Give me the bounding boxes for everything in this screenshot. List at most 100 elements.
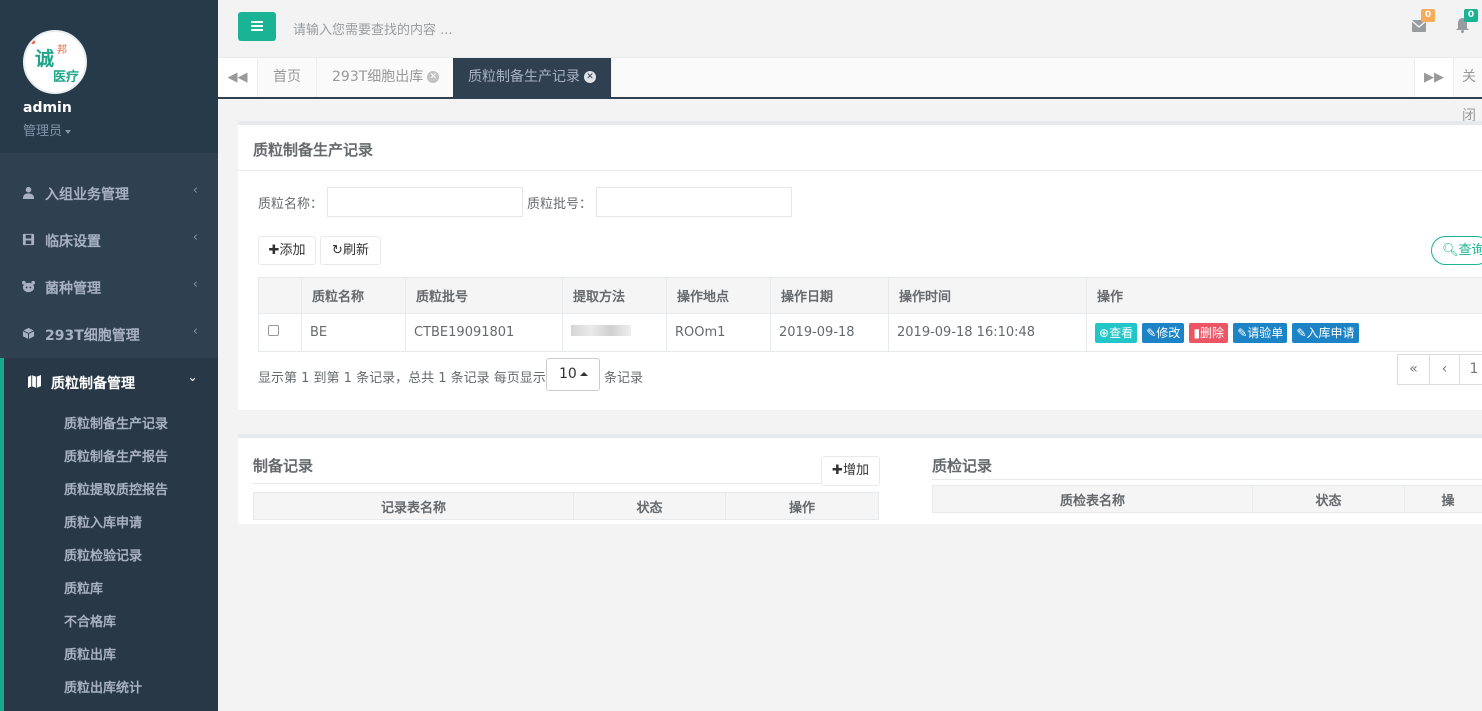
logo: 诚 邦 医疗 <box>23 30 87 94</box>
add-prep-label: 增加 <box>842 463 869 478</box>
inspection-request-button[interactable]: ✎请验单 <box>1233 322 1288 343</box>
prep-records-title: 制备记录 <box>253 457 314 475</box>
view-label: 查看 <box>1109 325 1134 340</box>
edit-label: 修改 <box>1156 325 1181 340</box>
prep-records-table: 记录表名称 状态 操作 <box>253 492 879 520</box>
delete-button[interactable]: ▮删除 <box>1189 322 1229 343</box>
column-header: 质粒名称 <box>301 277 406 314</box>
location-cell: ROOm1 <box>666 313 771 352</box>
nav-item-clinical[interactable]: 临床设置 ‹ <box>0 217 218 264</box>
view-button[interactable]: ⊕查看 <box>1095 322 1138 343</box>
user-icon <box>22 186 35 199</box>
hamburger-icon-line <box>251 29 263 31</box>
qc-records-table: 质检表名称 状态 操 <box>932 485 1482 513</box>
divider <box>238 170 1482 171</box>
page-tabs: ◀◀ 首页 293T细胞出库 ✕ 质粒制备生产记录 ✕ ▶▶ 关闭 <box>218 58 1482 124</box>
column-header: 操作 <box>725 492 879 520</box>
logo-text: 诚 <box>35 48 55 70</box>
edit-button[interactable]: ✎修改 <box>1142 322 1185 343</box>
plus-icon: ✚ <box>268 243 280 258</box>
batch-cell: CTBE19091801 <box>405 313 563 352</box>
subnav-item-plasmid-library[interactable]: 质粒库 <box>64 578 103 597</box>
add-prep-record-button[interactable]: ✚增加 <box>821 456 880 486</box>
nav-item-enroll[interactable]: 入组业务管理 ‹ <box>0 170 218 217</box>
refresh-label: 刷新 <box>342 243 369 258</box>
subnav-item-production-report[interactable]: 质粒制备生产报告 <box>64 446 168 465</box>
records-table: 质粒名称 质粒批号 提取方法 操作地点 操作日期 操作时间 操作 BE CTBE… <box>258 277 1482 352</box>
refresh-icon: ↻ <box>332 243 343 258</box>
first-page-button[interactable]: « <box>1397 354 1430 385</box>
column-header: 操作 <box>1086 277 1482 314</box>
main-panel: 质粒制备生产记录 质粒名称： 质粒批号： ✚添加 ↻刷新 🔍︎查询 质粒名称 质… <box>238 121 1482 410</box>
nav-item-plasmid[interactable]: 质粒制备管理 ⌄ 质粒制备生产记录 质粒制备生产报告 质粒提取质控报告 质粒入库… <box>0 358 218 711</box>
table-header-row: 记录表名称 状态 操作 <box>253 492 879 520</box>
nav-item-strain[interactable]: 菌种管理 ‹ <box>0 264 218 311</box>
page-size-select[interactable]: 10 <box>546 358 600 391</box>
subnav-item-production-record[interactable]: 质粒制备生产记录 <box>64 413 168 432</box>
chevron-down-icon: ⌄ <box>187 370 198 385</box>
tab-label: 质粒制备生产记录 <box>468 69 580 85</box>
row-checkbox[interactable] <box>268 325 279 336</box>
time-cell: 2019-09-18 16:10:48 <box>888 313 1087 352</box>
name-cell: BE <box>301 313 406 352</box>
plus-icon: ✚ <box>832 463 843 478</box>
column-header: 提取方法 <box>562 277 667 314</box>
subnav-item-outbound[interactable]: 质粒出库 <box>64 644 116 663</box>
refresh-button[interactable]: ↻刷新 <box>320 236 381 265</box>
date-cell: 2019-09-18 <box>770 313 889 352</box>
tab-label: 首页 <box>273 69 301 85</box>
role-dropdown[interactable]: 管理员 <box>23 120 72 139</box>
divider <box>932 479 1482 480</box>
role-label: 管理员 <box>23 124 63 139</box>
storage-request-button[interactable]: ✎入库申请 <box>1292 322 1359 343</box>
add-button[interactable]: ✚添加 <box>258 236 316 265</box>
chevron-left-icon: ‹ <box>192 324 198 339</box>
name-label: 质粒名称： <box>258 197 324 212</box>
username: admin <box>23 100 72 116</box>
column-header: 质粒批号 <box>405 277 563 314</box>
menu-toggle-button[interactable] <box>238 12 276 41</box>
subnav-item-qc-report[interactable]: 质粒提取质控报告 <box>64 479 168 498</box>
sidebar: 诚 邦 医疗 admin 管理员 入组业务管理 ‹ 临床设置 ‹ 菌种管理 ‹ … <box>0 0 218 711</box>
close-tabs-label: 关闭 <box>1462 69 1476 124</box>
prev-page-button[interactable]: ‹ <box>1429 354 1460 385</box>
column-header: 状态 <box>1252 485 1405 513</box>
column-header: 状态 <box>573 492 726 520</box>
pagination-suffix: 条记录 <box>604 371 644 386</box>
tab-home[interactable]: 首页 <box>258 58 317 97</box>
subnav-item-rejected-library[interactable]: 不合格库 <box>64 611 116 630</box>
caret-up-icon <box>579 372 588 376</box>
search-icon: 🔍︎ <box>1442 243 1459 258</box>
tab-plasmid-record[interactable]: 质粒制备生产记录 ✕ <box>453 58 612 97</box>
plasmid-name-input[interactable] <box>327 187 523 217</box>
query-button[interactable]: 🔍︎查询 <box>1431 236 1482 265</box>
records-panel: 制备记录 ✚增加 记录表名称 状态 操作 质检记录 质检表名称 状态 操 <box>238 434 1482 524</box>
chevron-left-icon: ‹ <box>192 183 198 198</box>
storage-request-label: 入库申请 <box>1306 325 1355 340</box>
divider <box>253 483 821 484</box>
plasmid-batch-input[interactable] <box>596 187 792 217</box>
table-header-row: 质粒名称 质粒批号 提取方法 操作地点 操作日期 操作时间 操作 <box>258 277 1482 314</box>
subnav-item-storage-request[interactable]: 质粒入库申请 <box>64 512 142 531</box>
search-input[interactable]: 请输入您需要查找的内容 ... <box>293 19 453 38</box>
nav-label: 293T细胞管理 <box>45 328 140 344</box>
tab-label: 293T细胞出库 <box>332 69 424 85</box>
subnav-item-inspection-record[interactable]: 质粒检验记录 <box>64 545 142 564</box>
page-size-value: 10 <box>559 366 577 382</box>
logo-subtext: 邦 <box>57 45 67 56</box>
page-1-button[interactable]: 1 <box>1459 354 1482 385</box>
column-header: 操 <box>1404 485 1482 513</box>
close-icon[interactable]: ✕ <box>427 71 440 83</box>
tabs-scroll-right-button[interactable]: ▶▶ <box>1414 58 1454 97</box>
subnav-item-outbound-stats[interactable]: 质粒出库统计 <box>64 677 142 696</box>
chevron-left-icon: ‹ <box>192 277 198 292</box>
qc-records-title: 质检记录 <box>932 457 993 475</box>
edit-icon: ✎ <box>1296 325 1307 340</box>
tabs-scroll-left-button[interactable]: ◀◀ <box>218 58 258 97</box>
tab-293t-outbound[interactable]: 293T细胞出库 ✕ <box>317 58 456 97</box>
save-icon <box>22 233 35 246</box>
nav-item-293t[interactable]: 293T细胞管理 ‹ <box>0 311 218 358</box>
close-tabs-button[interactable]: 关闭 <box>1454 58 1482 124</box>
bug-icon <box>22 280 35 293</box>
close-icon[interactable]: ✕ <box>584 71 596 83</box>
